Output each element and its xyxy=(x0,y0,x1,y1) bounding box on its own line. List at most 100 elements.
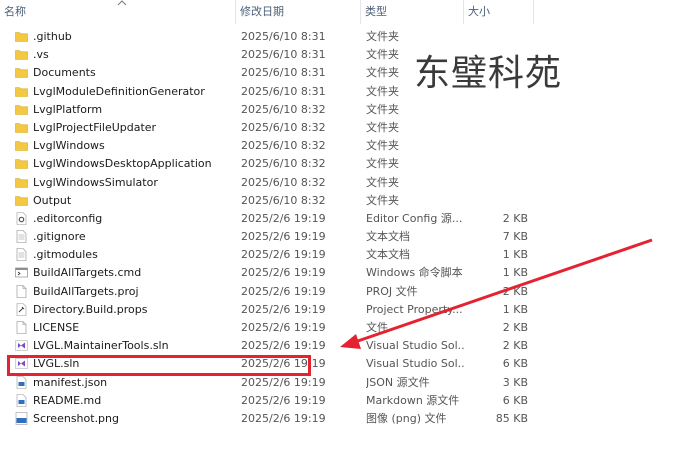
file-row[interactable]: manifest.json 2025/2/6 19:19 JSON 源文件 3 KB xyxy=(0,374,682,392)
file-row[interactable]: BuildAllTargets.cmd 2025/2/6 19:19 Windows… xyxy=(0,264,682,282)
file-size xyxy=(470,174,528,192)
file-size: 2 KB xyxy=(502,284,528,298)
file-size: 1 KB xyxy=(502,248,528,262)
file-name: .vs xyxy=(33,48,49,62)
file-modified-date: 2025/6/10 8:32 xyxy=(241,175,326,189)
file-row[interactable]: .gitmodules 2025/2/6 19:19 文本文档 1 KB xyxy=(0,246,682,264)
file-modified-date: 2025/2/6 19:19 xyxy=(241,284,326,298)
props-file-icon xyxy=(15,303,28,316)
column-header-modified[interactable]: 修改日期 xyxy=(236,0,361,24)
file-modified-date: 2025/2/6 19:19 xyxy=(241,339,326,353)
file-size xyxy=(470,101,528,119)
file-size: 2 KB xyxy=(502,211,528,225)
file-row[interactable]: Screenshot.png 2025/2/6 19:19 图像 (png) 文件 8… xyxy=(0,410,682,428)
file-size: 1 KB xyxy=(502,302,528,316)
file-row[interactable]: Output 2025/6/10 8:32 文件夹 xyxy=(0,192,682,210)
file-modified-date: 2025/2/6 19:19 xyxy=(241,211,326,225)
png-file-icon xyxy=(15,412,28,425)
folder-icon xyxy=(15,85,28,98)
file-modified-date: 2025/6/10 8:31 xyxy=(241,48,326,62)
blank-file-icon xyxy=(15,284,28,298)
file-row[interactable]: LvglPlatform 2025/6/10 8:32 文件夹 xyxy=(0,101,682,119)
file-row[interactable]: .github 2025/6/10 8:31 文件夹 xyxy=(0,28,682,46)
file-modified-date: 2025/2/6 19:19 xyxy=(241,302,326,316)
file-row[interactable]: LvglWindows 2025/6/10 8:32 文件夹 xyxy=(0,137,682,155)
file-size: 7 KB xyxy=(502,230,528,244)
file-modified-date: 2025/2/6 19:19 xyxy=(241,411,326,425)
file-size: 1 KB xyxy=(502,266,528,280)
file-row[interactable]: .vs 2025/6/10 8:31 文件夹 xyxy=(0,46,682,64)
file-name: LvglWindowsSimulator xyxy=(33,175,158,189)
file-row[interactable]: Documents 2025/6/10 8:31 文件夹 xyxy=(0,64,682,82)
file-modified-date: 2025/6/10 8:31 xyxy=(241,84,326,98)
folder-icon xyxy=(15,176,28,189)
column-header-modified-label: 修改日期 xyxy=(240,5,284,18)
watermark-text: 东璧科苑 xyxy=(414,53,563,94)
column-header-type-label: 类型 xyxy=(365,5,387,18)
vs-solution-icon xyxy=(15,339,28,352)
file-type: Visual Studio Sol... xyxy=(366,357,464,371)
file-type: 文件夹 xyxy=(366,139,399,153)
file-row[interactable]: BuildAllTargets.proj 2025/2/6 19:19 PROJ 文… xyxy=(0,283,682,301)
file-type: 文件 xyxy=(366,321,388,334)
file-modified-date: 2025/6/10 8:32 xyxy=(241,120,326,134)
column-header-size-label: 大小 xyxy=(468,5,490,18)
file-name: Screenshot.png xyxy=(33,411,119,425)
file-row[interactable]: LvglWindowsDesktopApplication 2025/6/10 8… xyxy=(0,155,682,173)
file-modified-date: 2025/6/10 8:32 xyxy=(241,193,326,207)
file-modified-date: 2025/2/6 19:19 xyxy=(241,248,326,262)
file-row[interactable]: README.md 2025/2/6 19:19 Markdown 源文件 6 KB xyxy=(0,392,682,410)
folder-icon xyxy=(15,139,28,152)
file-name: BuildAllTargets.proj xyxy=(33,284,139,298)
file-name: .github xyxy=(33,30,72,43)
file-row[interactable]: Directory.Build.props 2025/2/6 19:19 Proje… xyxy=(0,301,682,319)
file-modified-date: 2025/2/6 19:19 xyxy=(241,321,326,334)
file-size: 3 KB xyxy=(502,375,528,389)
file-name: Documents xyxy=(33,66,96,80)
folder-icon xyxy=(15,194,28,207)
column-header-size[interactable]: 大小 xyxy=(464,0,534,24)
file-name: LvglModuleDefinitionGenerator xyxy=(33,84,205,98)
folder-icon xyxy=(15,157,28,170)
file-modified-date: 2025/2/6 19:19 xyxy=(241,266,326,280)
column-header-name[interactable]: 名称 xyxy=(0,0,236,24)
file-row[interactable]: LvglModuleDefinitionGenerator 2025/6/10 8… xyxy=(0,83,682,101)
file-modified-date: 2025/2/6 19:19 xyxy=(241,230,326,244)
file-row[interactable]: LvglWindowsSimulator 2025/6/10 8:32 文件夹 xyxy=(0,174,682,192)
column-header-bar: 名称 修改日期 类型 大小 xyxy=(0,0,682,24)
file-type: Project Property... xyxy=(366,302,463,316)
file-row[interactable]: LVGL.MaintainerTools.sln 2025/2/6 19:19 Vi… xyxy=(0,337,682,355)
file-modified-date: 2025/2/6 19:19 xyxy=(241,393,326,407)
file-row[interactable]: .gitignore 2025/2/6 19:19 文本文档 7 KB xyxy=(0,228,682,246)
file-name: .gitmodules xyxy=(33,248,98,262)
column-header-name-label: 名称 xyxy=(4,5,26,18)
file-name: .editorconfig xyxy=(33,211,103,225)
file-name: BuildAllTargets.cmd xyxy=(33,266,142,280)
folder-icon xyxy=(15,30,28,43)
sort-ascending-icon xyxy=(117,0,127,6)
file-name: .gitignore xyxy=(33,230,86,244)
file-name: LVGL.MaintainerTools.sln xyxy=(33,339,169,353)
blank-file-icon xyxy=(15,321,28,334)
file-type: 文件夹 xyxy=(366,157,399,171)
file-row[interactable]: .editorconfig 2025/2/6 19:19 Editor Config… xyxy=(0,210,682,228)
file-type: 文本文档 xyxy=(366,248,410,262)
file-name: LvglPlatform xyxy=(33,102,103,116)
text-file-icon xyxy=(15,248,28,262)
column-header-type[interactable]: 类型 xyxy=(361,0,464,24)
file-type: 文本文档 xyxy=(366,230,410,244)
file-size: 85 KB xyxy=(495,411,528,425)
file-size xyxy=(470,155,528,173)
folder-icon xyxy=(15,121,28,134)
config-file-icon xyxy=(15,212,28,225)
markdown-file-icon xyxy=(15,393,28,407)
file-type: 图像 (png) 文件 xyxy=(366,411,447,425)
file-type: JSON 源文件 xyxy=(366,375,430,389)
file-row[interactable]: LvglProjectFileUpdater 2025/6/10 8:32 文件夹 xyxy=(0,119,682,137)
file-type: PROJ 文件 xyxy=(366,284,418,298)
file-size xyxy=(470,192,528,210)
file-row[interactable]: LICENSE 2025/2/6 19:19 文件 2 KB xyxy=(0,319,682,337)
file-size xyxy=(470,137,528,155)
file-type: Editor Config 源... xyxy=(366,211,463,225)
file-modified-date: 2025/6/10 8:31 xyxy=(241,66,326,80)
